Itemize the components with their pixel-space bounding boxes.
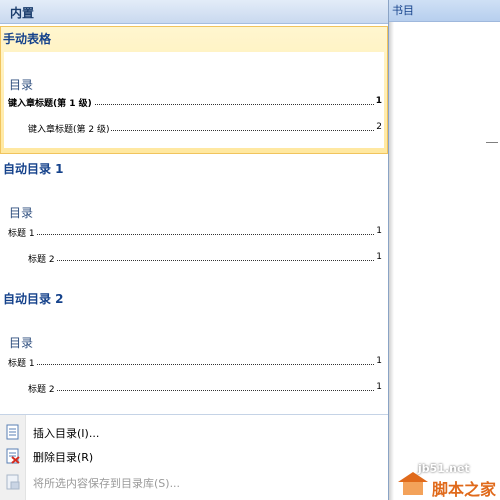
toc-entry: 标题 1 1	[8, 356, 382, 370]
menu-item-label: 将所选内容保存到目录库(S)...	[33, 477, 181, 490]
toc-entry-page: 1	[374, 252, 382, 262]
section-title: 手动表格	[3, 32, 52, 46]
gallery-header: 内置	[0, 0, 388, 24]
insert-toc-menu-item[interactable]: 插入目录(I)...	[0, 421, 388, 443]
save-to-gallery-icon	[6, 474, 20, 490]
toc-heading: 目录	[9, 336, 34, 350]
watermark-url: jb51.net	[418, 462, 470, 475]
toc-entry-label: 键入章标题(第 2 级)	[28, 122, 112, 135]
save-to-gallery-menu-item[interactable]: 将所选内容保存到目录库(S)...	[0, 471, 388, 493]
menu-item-label: 插入目录(I)...	[33, 427, 100, 440]
gallery-menu: 插入目录(I)... 删除目录(R) 将所选内容保存到目录库(S)...	[0, 414, 388, 500]
document-area	[388, 0, 500, 500]
toc-entry-page: 1	[374, 382, 382, 392]
toc-entry: 标题 2 1	[28, 382, 382, 396]
toc-entry: 键入章标题(第 2 级) 2	[28, 122, 382, 136]
dot-leader	[28, 260, 374, 261]
gallery-title: 内置	[10, 6, 35, 20]
toc-entry: 标题 2 1	[28, 252, 382, 266]
gallery-item-auto-toc-1[interactable]: 目录 标题 1 1 标题 2 1	[4, 182, 384, 278]
toc-entry-label: 标题 2	[28, 252, 57, 265]
toc-heading: 目录	[9, 78, 34, 92]
ribbon-tab[interactable]: 书目	[392, 2, 414, 18]
menu-item-label: 删除目录(R)	[33, 451, 94, 464]
section-title: 自动目录 1	[3, 162, 64, 176]
toc-gallery-dropdown: 内置 手动表格 目录 键入章标题(第 1 级) 1 键入章标题(第 2 级) 2…	[0, 0, 389, 500]
dot-leader	[8, 234, 374, 235]
toc-entry-label: 标题 2	[28, 382, 57, 395]
toc-entry-label: 标题 1	[8, 226, 37, 239]
toc-entry-label: 标题 1	[8, 356, 37, 369]
toc-heading: 目录	[9, 206, 34, 220]
dot-leader	[8, 364, 374, 365]
document-text-mark	[486, 142, 498, 143]
toc-entry-page: 1	[374, 226, 382, 236]
watermark-brand: 脚本之家	[432, 480, 497, 499]
toc-entry-page: 1	[374, 356, 382, 366]
toc-entry-page: 2	[374, 122, 382, 132]
toc-entry: 键入章标题(第 1 级) 1	[8, 96, 382, 110]
dot-leader	[28, 390, 374, 391]
toc-entry-page: 1	[373, 96, 382, 106]
toc-preview[interactable]: 目录 键入章标题(第 1 级) 1 键入章标题(第 2 级) 2	[4, 52, 384, 148]
gallery-items: 手动表格 目录 键入章标题(第 1 级) 1 键入章标题(第 2 级) 2 自动…	[0, 24, 388, 414]
insert-toc-icon	[6, 424, 19, 440]
section-title: 自动目录 2	[3, 292, 64, 306]
remove-toc-menu-item[interactable]: 删除目录(R)	[0, 445, 388, 467]
toc-entry: 标题 1 1	[8, 226, 382, 240]
toc-entry-label: 键入章标题(第 1 级)	[8, 96, 94, 109]
remove-toc-icon	[6, 448, 20, 464]
gallery-item-auto-toc-2[interactable]: 目录 标题 1 1 标题 2 1	[4, 312, 384, 410]
